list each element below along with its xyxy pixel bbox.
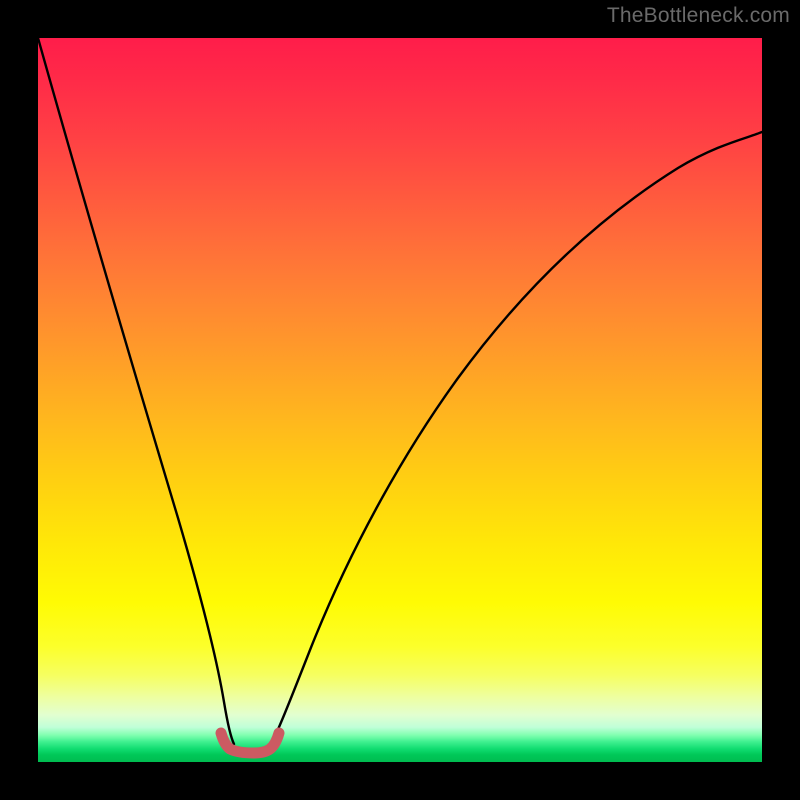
watermark-text: TheBottleneck.com xyxy=(607,4,790,28)
chart-frame: TheBottleneck.com xyxy=(0,0,800,800)
curve-left-branch xyxy=(38,38,234,744)
chart-svg-layer xyxy=(38,38,762,762)
curve-trough-highlight xyxy=(221,733,279,753)
curve-right-branch xyxy=(270,132,762,746)
